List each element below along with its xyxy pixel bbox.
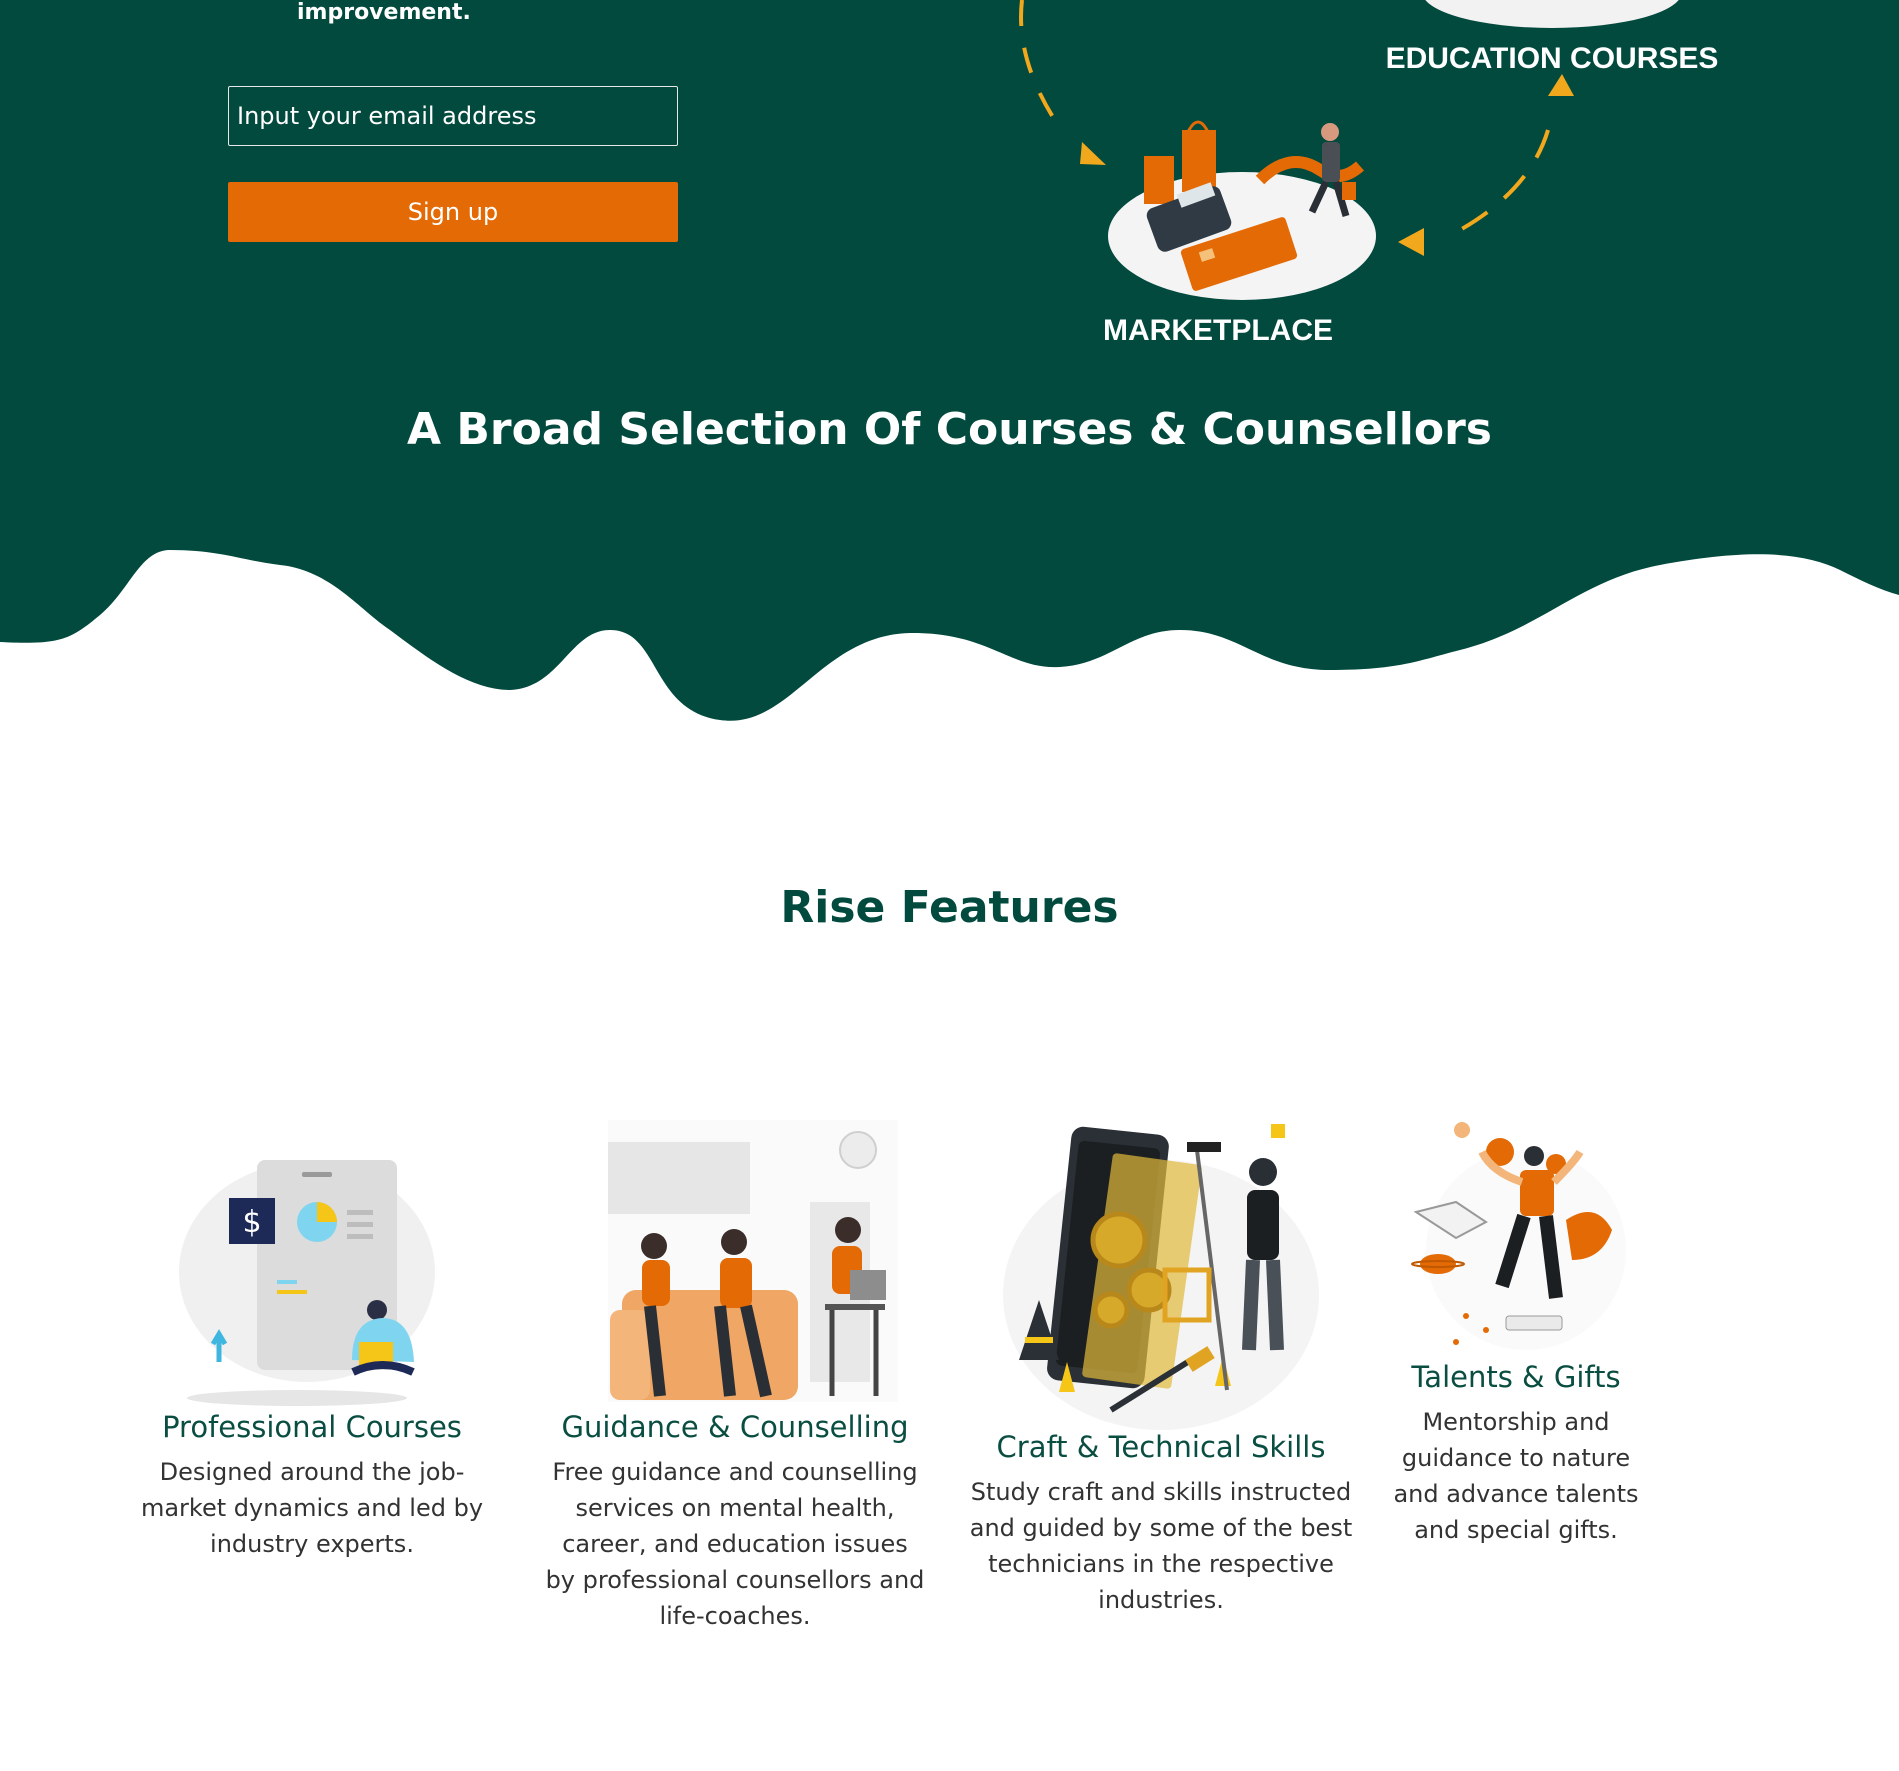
email-input[interactable]: [228, 86, 678, 146]
feature-title: Professional Courses: [162, 1410, 462, 1444]
marketplace-illustration: [1108, 120, 1376, 300]
hero-tagline: improvement.: [297, 0, 471, 25]
education-courses-label: EDUCATION COURSES: [1386, 42, 1719, 75]
svg-text:MARKETPLACE: MARKETPLACE: [1103, 314, 1333, 347]
feature-card-guidance-counselling: Guidance & Counselling Free guidance and…: [545, 1120, 925, 1634]
feature-description: Mentorship and guidance to nature and ad…: [1393, 1408, 1639, 1544]
hero-title: A Broad Selection Of Courses & Counsello…: [407, 404, 1492, 455]
feature-description: Designed around the job-market dynamics …: [140, 1458, 484, 1558]
feature-title: Guidance & Counselling: [561, 1410, 909, 1444]
feature-card-craft-technical: Craft & Technical Skills Study craft and…: [965, 1120, 1357, 1618]
craft-skills-illustration-icon: [1003, 1124, 1319, 1430]
feature-card-talents-gifts: Talents & Gifts Mentorship and guidance …: [1388, 1120, 1644, 1548]
feature-description: Free guidance and counselling services o…: [545, 1458, 925, 1630]
wave-divider: [0, 550, 1899, 780]
talents-illustration-icon: [1411, 1122, 1626, 1350]
marketplace-label: MARKETPLACE: [1103, 314, 1333, 347]
arrow-head-icon: [1080, 142, 1106, 165]
signup-button[interactable]: Sign up: [228, 182, 678, 242]
feature-description: Study craft and skills instructed and gu…: [969, 1478, 1353, 1614]
feature-title: Craft & Technical Skills: [996, 1430, 1326, 1464]
ecosystem-diagram: EDUCATION COURSES MARKETPLACE: [1019, 0, 1719, 347]
feature-card-professional-courses: $ Professional Courses Designed around t…: [130, 1140, 494, 1562]
svg-text:$: $: [242, 1205, 261, 1240]
professional-courses-illustration-icon: $: [179, 1160, 435, 1406]
arrow-head-icon: [1398, 228, 1424, 256]
counselling-illustration-icon: [608, 1120, 898, 1402]
features-title: Rise Features: [780, 882, 1119, 933]
svg-text:EDUCATION COURSES: EDUCATION COURSES: [1386, 42, 1719, 75]
arrow-head-icon: [1548, 74, 1574, 96]
feature-title: Talents & Gifts: [1411, 1360, 1621, 1394]
